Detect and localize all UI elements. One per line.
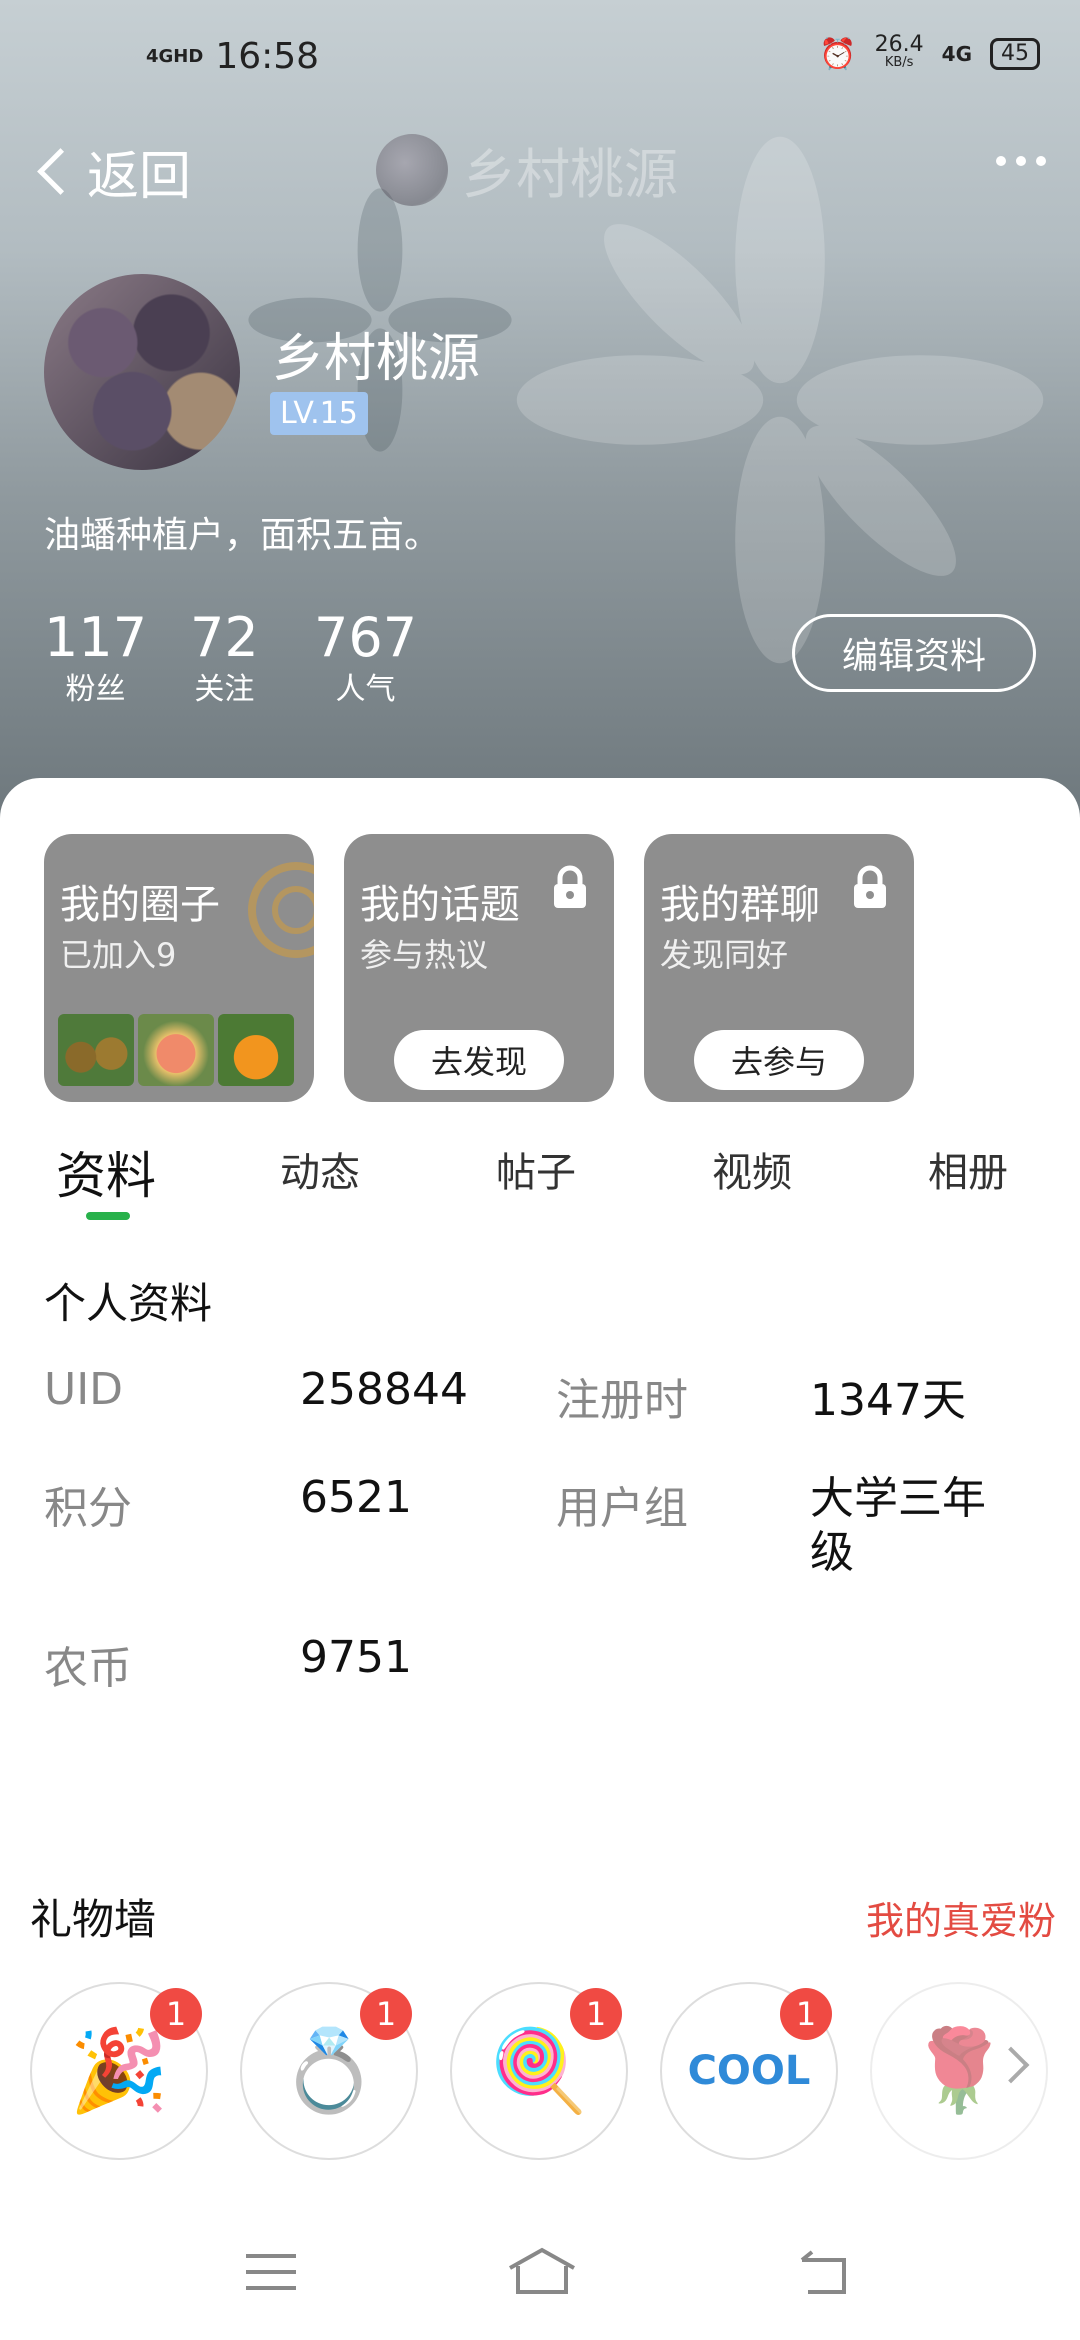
status-bar: 4GHD 16:58 ⏰ 26.4 KB/s 4G 45	[0, 32, 1080, 86]
chevron-left-icon	[37, 148, 84, 195]
gift-wall-title: 礼物墙	[30, 1895, 157, 1944]
user-group-label: 用户组	[556, 1483, 688, 1534]
more-options-icon[interactable]	[996, 156, 1046, 166]
stat-label: 粉丝	[65, 672, 126, 707]
back-label: 返回	[87, 147, 192, 207]
section-title: 个人资料	[44, 1279, 213, 1328]
nav-title: 乡村桃源	[376, 130, 678, 209]
join-button[interactable]: 去参与	[694, 1030, 864, 1090]
points-label: 积分	[44, 1483, 132, 1534]
uid-value: 258844	[300, 1364, 468, 1415]
lock-icon	[554, 865, 586, 908]
card-title: 我的群聊	[660, 882, 820, 928]
card-title: 我的话题	[360, 882, 520, 928]
stat-number: 72	[190, 606, 259, 669]
stat-number: 767	[314, 606, 418, 669]
card-subtitle: 参与热议	[360, 936, 489, 974]
card-subtitle: 发现同好	[660, 936, 789, 974]
true-fans-link[interactable]: 我的真爱粉	[866, 1890, 1056, 1945]
uid-label: UID	[44, 1364, 124, 1415]
status-time: 16:58	[215, 36, 320, 77]
nav-avatar	[376, 133, 448, 206]
stat-number: 117	[44, 606, 148, 669]
gift-count-badge: 1	[360, 1988, 412, 2040]
coins-label: 农币	[44, 1643, 132, 1694]
edit-profile-button[interactable]: 编辑资料	[792, 614, 1036, 692]
menu-icon[interactable]	[244, 2250, 298, 2294]
coins-value: 9751	[300, 1632, 412, 1683]
gift-count-badge: 1	[570, 1988, 622, 2040]
register-value: 1347天	[810, 1375, 966, 1426]
card-title: 我的圈子	[60, 882, 220, 928]
tab-info[interactable]: 资料	[56, 1136, 156, 1208]
lock-icon	[854, 865, 886, 908]
persimmon-thumbnail	[218, 1014, 294, 1086]
discover-button[interactable]: 去发现	[394, 1030, 564, 1090]
back-button[interactable]: 返回	[30, 134, 191, 209]
nav-title-text: 乡村桃源	[462, 143, 678, 206]
tab-videos[interactable]: 视频	[712, 1140, 792, 1198]
stat-label: 关注	[194, 672, 255, 707]
profile-tabs: 资料 动态 帖子 视频 相册	[0, 1140, 1080, 1220]
top-navbar: 返回 乡村桃源	[0, 130, 1080, 210]
card-my-groups[interactable]: 我的群聊 发现同好 去参与	[644, 834, 914, 1102]
card-my-topics[interactable]: 我的话题 参与热议 去发现	[344, 834, 614, 1102]
kiwi-thumbnail	[58, 1014, 134, 1086]
system-nav-bar	[0, 2230, 1080, 2320]
peach-thumbnail	[138, 1014, 214, 1086]
stat-label: 人气	[335, 672, 396, 707]
tab-activity[interactable]: 动态	[280, 1140, 360, 1198]
back-nav-icon[interactable]	[794, 2248, 852, 2296]
tab-album[interactable]: 相册	[928, 1140, 1008, 1198]
network-indicator: 4GHD	[146, 45, 204, 67]
card-my-circles[interactable]: 我的圈子 已加入9	[44, 834, 314, 1102]
active-tab-indicator	[86, 1212, 130, 1220]
user-group-value: 大学三年级	[810, 1473, 986, 1578]
alarm-icon: ⏰	[819, 36, 857, 72]
network-speed: 26.4 KB/s	[874, 32, 924, 71]
circle-thumbnails	[58, 1014, 294, 1086]
gift-count-badge: 1	[780, 1988, 832, 2040]
stat-popularity[interactable]: 767 人气	[314, 606, 417, 710]
gift-count-badge: 1	[150, 1988, 202, 2040]
tab-posts[interactable]: 帖子	[496, 1140, 576, 1198]
stat-followers[interactable]: 117 粉丝	[44, 606, 147, 710]
points-value: 6521	[300, 1472, 412, 1523]
register-label: 注册时	[556, 1375, 688, 1426]
home-icon[interactable]	[506, 2246, 578, 2296]
profile-bio: 油蟠种植户，面积五亩。	[44, 515, 441, 556]
profile-name: 乡村桃源	[272, 329, 481, 389]
card-subtitle: 已加入9	[60, 936, 177, 974]
avatar[interactable]	[44, 274, 240, 470]
net-type: 4G	[941, 42, 972, 66]
battery-icon: 45	[990, 38, 1040, 70]
level-badge: LV.15	[270, 392, 368, 435]
stat-following[interactable]: 72 关注	[190, 606, 259, 710]
